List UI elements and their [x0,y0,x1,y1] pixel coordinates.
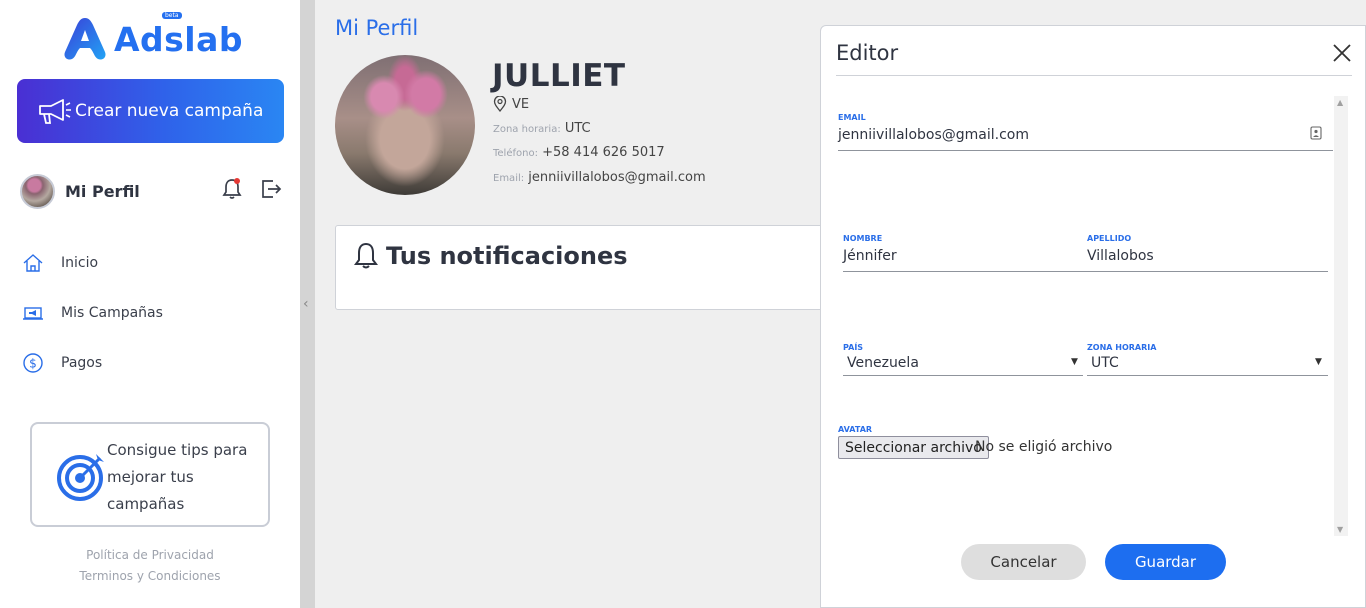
adslab-logo-icon [64,18,106,60]
country-code: VE [512,96,530,112]
bell-icon [354,242,378,269]
timezone-underline [1087,375,1328,376]
megaphone-icon [39,99,71,124]
footer-links: Política de Privacidad Terminos y Condic… [0,545,300,587]
country-underline [843,375,1083,376]
sidebar: Adslab beta Crear nueva campaña Mi Perfi… [0,0,300,608]
sidebar-item-label: Mis Campañas [61,305,163,321]
tips-text: Consigue tips para mejorar tus campañas [107,441,248,513]
location-row: VE [493,96,529,112]
first-name-label: NOMBRE [843,234,883,243]
create-campaign-button[interactable]: Crear nueva campaña [17,79,284,143]
email-value: jenniivillalobos@gmail.com [528,170,706,185]
email-line: Email: jenniivillalobos@gmail.com [493,170,706,185]
sidebar-item-label: Pagos [61,355,103,371]
page-title: Mi Perfil [335,16,419,40]
email-field-label: EMAIL [838,113,866,122]
brand-name: Adslab [114,19,244,59]
logout-icon[interactable] [260,178,282,200]
name-underline [843,271,1328,272]
notifications-card: Tus notificaciones [335,225,835,310]
choose-file-button[interactable]: Seleccionar archivo [838,436,989,459]
sidebar-item-inicio[interactable]: Inicio [22,250,163,276]
avatar-field-label: AVATAR [838,425,873,434]
editor-modal: Editor ▲ ▼ EMAIL jenniivillalobos@gmail.… [820,25,1366,608]
collapse-sidebar-chevron-icon[interactable]: ‹ [303,296,309,312]
privacy-link[interactable]: Política de Privacidad [0,545,300,566]
beta-badge: beta [162,12,182,19]
chevron-down-icon[interactable]: ▼ [1315,357,1322,367]
email-field[interactable]: jenniivillalobos@gmail.com [838,127,1029,143]
sidebar-item-pagos[interactable]: $ Pagos [22,350,163,376]
cancel-button[interactable]: Cancelar [961,544,1086,580]
country-select-label: PAÍS [843,343,864,352]
last-name-field[interactable]: Villalobos [1087,248,1154,264]
sidebar-item-campanas[interactable]: Mis Campañas [22,300,163,326]
timezone-value: UTC [564,121,591,136]
avatar[interactable] [20,173,55,209]
email-label: Email: [493,173,525,184]
modal-title: Editor [836,41,899,65]
notifications-title: Tus notificaciones [386,242,628,270]
close-icon[interactable] [1331,42,1353,64]
home-icon [23,254,43,272]
timezone-select-label: ZONA HORARIA [1087,343,1157,352]
scroll-up-icon[interactable]: ▲ [1337,98,1343,107]
user-name: JULLIET [492,58,626,94]
timezone-line: Zona horaria: UTC [493,121,591,136]
phone-value: +58 414 626 5017 [542,145,665,160]
chevron-down-icon[interactable]: ▼ [1071,357,1078,367]
timezone-label: Zona horaria: [493,124,561,135]
file-status: No se eligió archivo [975,439,1113,455]
modal-divider [836,75,1352,76]
email-underline [838,150,1333,151]
location-pin-icon [493,96,507,112]
tips-card[interactable]: Consigue tips para mejorar tus campañas [30,422,270,527]
scroll-down-icon[interactable]: ▼ [1337,525,1343,534]
sidebar-profile[interactable]: Mi Perfil [20,173,282,209]
sidebar-nav: Inicio Mis Campañas $ Pagos [22,250,163,400]
profile-link-label[interactable]: Mi Perfil [65,182,140,201]
country-select[interactable]: Venezuela [847,355,919,371]
dollar-icon: $ [23,353,43,373]
sidebar-item-label: Inicio [61,255,99,271]
terms-link[interactable]: Terminos y Condiciones [0,566,300,587]
phone-line: Teléfono: +58 414 626 5017 [493,145,665,160]
create-campaign-label: Crear nueva campaña [75,101,264,121]
timezone-select[interactable]: UTC [1091,355,1119,371]
profile-avatar-large [335,55,475,195]
svg-text:$: $ [29,357,37,371]
notification-dot [234,178,240,184]
save-button[interactable]: Guardar [1105,544,1226,580]
first-name-field[interactable]: Jénnifer [843,248,897,264]
last-name-label: APELLIDO [1087,234,1132,243]
contact-card-icon [1310,126,1322,140]
campaigns-icon [23,307,43,320]
phone-label: Teléfono: [493,148,538,159]
modal-scrollbar[interactable]: ▲ ▼ [1334,96,1348,536]
brand-logo[interactable]: Adslab [60,14,243,64]
target-icon [57,454,104,501]
